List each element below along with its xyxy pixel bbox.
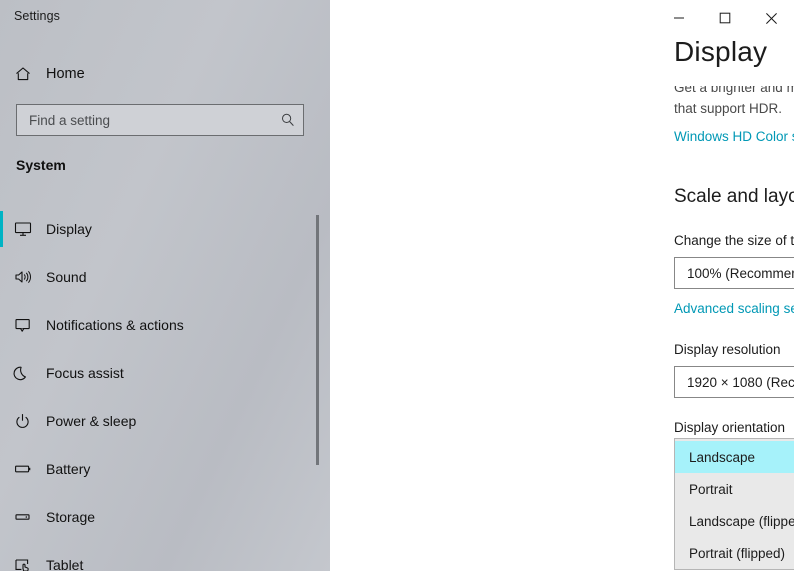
sidebar-item-power-sleep-label: Power & sleep bbox=[46, 413, 137, 429]
display-resolution-value: 1920 × 1080 (Recommended) bbox=[687, 374, 794, 390]
drive-icon bbox=[0, 508, 46, 526]
home-icon bbox=[0, 65, 46, 83]
selection-accent-bar bbox=[0, 547, 3, 571]
scale-field-label: Change the size of text, apps, and other… bbox=[674, 233, 794, 248]
search-box[interactable] bbox=[16, 104, 304, 136]
power-icon bbox=[0, 412, 46, 430]
sidebar-item-focus-assist[interactable]: Focus assist bbox=[0, 349, 312, 397]
windows-hd-color-settings-link[interactable]: Windows HD Color settings bbox=[674, 129, 794, 144]
hdr-description-line2: that support HDR. bbox=[674, 101, 783, 116]
minimize-button[interactable] bbox=[656, 0, 702, 36]
main-content: Get a brighter and more vibrant picture … bbox=[330, 0, 794, 571]
sidebar-item-display-label: Display bbox=[46, 221, 92, 237]
hdr-description-line1-clipped: Get a brighter and more vibrant picture … bbox=[674, 86, 794, 95]
sidebar-item-notifications-label: Notifications & actions bbox=[46, 317, 184, 333]
orientation-option-landscape-flipped[interactable]: Landscape (flipped) bbox=[675, 505, 794, 537]
sidebar-item-focus-assist-label: Focus assist bbox=[46, 365, 124, 381]
close-icon bbox=[765, 12, 778, 25]
sidebar-item-battery-label: Battery bbox=[46, 461, 91, 477]
window-controls bbox=[656, 0, 794, 36]
sidebar-item-storage-label: Storage bbox=[46, 509, 96, 525]
close-button[interactable] bbox=[748, 0, 794, 36]
speaker-icon bbox=[0, 268, 46, 286]
sidebar-item-home[interactable]: Home bbox=[0, 58, 310, 90]
page-title: Display bbox=[674, 36, 768, 67]
sidebar-item-sound-label: Sound bbox=[46, 269, 87, 285]
scale-and-layout-heading: Scale and layout bbox=[674, 186, 794, 207]
speech-bubble-icon bbox=[0, 316, 46, 334]
sidebar-item-power-sleep[interactable]: Power & sleep bbox=[0, 397, 312, 445]
selection-accent-bar bbox=[0, 403, 3, 439]
settings-window: Settings Home System bbox=[0, 0, 794, 571]
scale-dropdown-value: 100% (Recommended) bbox=[687, 265, 794, 281]
sidebar-item-notifications[interactable]: Notifications & actions bbox=[0, 301, 312, 349]
display-resolution-label: Display resolution bbox=[674, 342, 781, 357]
selection-accent-bar bbox=[0, 307, 3, 343]
sidebar: Settings Home System bbox=[0, 0, 330, 571]
minimize-icon bbox=[673, 12, 685, 24]
tablet-touch-icon bbox=[0, 556, 46, 571]
sidebar-nav-list: Display Sound Notifications & actions Fo… bbox=[0, 205, 312, 571]
sidebar-item-sound[interactable]: Sound bbox=[0, 253, 312, 301]
sidebar-item-storage[interactable]: Storage bbox=[0, 493, 312, 541]
window-title: Settings bbox=[14, 9, 60, 23]
display-resolution-dropdown[interactable]: 1920 × 1080 (Recommended) bbox=[674, 366, 794, 398]
selection-accent-bar bbox=[0, 355, 3, 391]
battery-icon bbox=[0, 460, 46, 478]
moon-icon bbox=[0, 364, 46, 382]
selection-accent-bar bbox=[0, 499, 3, 535]
sidebar-item-tablet-label: Tablet bbox=[46, 557, 84, 571]
sidebar-item-display[interactable]: Display bbox=[0, 205, 312, 253]
selection-accent-bar bbox=[0, 211, 3, 247]
sidebar-group-title: System bbox=[16, 157, 66, 173]
monitor-icon bbox=[0, 220, 46, 238]
sidebar-scrollbar-thumb[interactable] bbox=[316, 215, 319, 465]
display-orientation-label: Display orientation bbox=[674, 420, 786, 435]
page-header: Display bbox=[330, 36, 794, 86]
selection-accent-bar bbox=[0, 259, 3, 295]
display-orientation-listbox[interactable]: Landscape Portrait Landscape (flipped) P… bbox=[674, 438, 794, 570]
maximize-button[interactable] bbox=[702, 0, 748, 36]
sidebar-item-home-label: Home bbox=[46, 66, 85, 82]
maximize-icon bbox=[719, 12, 731, 24]
search-icon bbox=[273, 112, 303, 128]
selection-accent-bar bbox=[0, 451, 3, 487]
sidebar-item-battery[interactable]: Battery bbox=[0, 445, 312, 493]
orientation-option-landscape[interactable]: Landscape bbox=[675, 441, 794, 473]
scale-dropdown[interactable]: 100% (Recommended) bbox=[674, 257, 794, 289]
display-settings-scroll-region: Get a brighter and more vibrant picture … bbox=[330, 86, 794, 435]
sidebar-item-tablet[interactable]: Tablet bbox=[0, 541, 312, 571]
search-input[interactable] bbox=[17, 105, 273, 135]
advanced-scaling-settings-link[interactable]: Advanced scaling settings bbox=[674, 301, 794, 316]
orientation-option-portrait[interactable]: Portrait bbox=[675, 473, 794, 505]
orientation-option-portrait-flipped[interactable]: Portrait (flipped) bbox=[675, 537, 794, 569]
